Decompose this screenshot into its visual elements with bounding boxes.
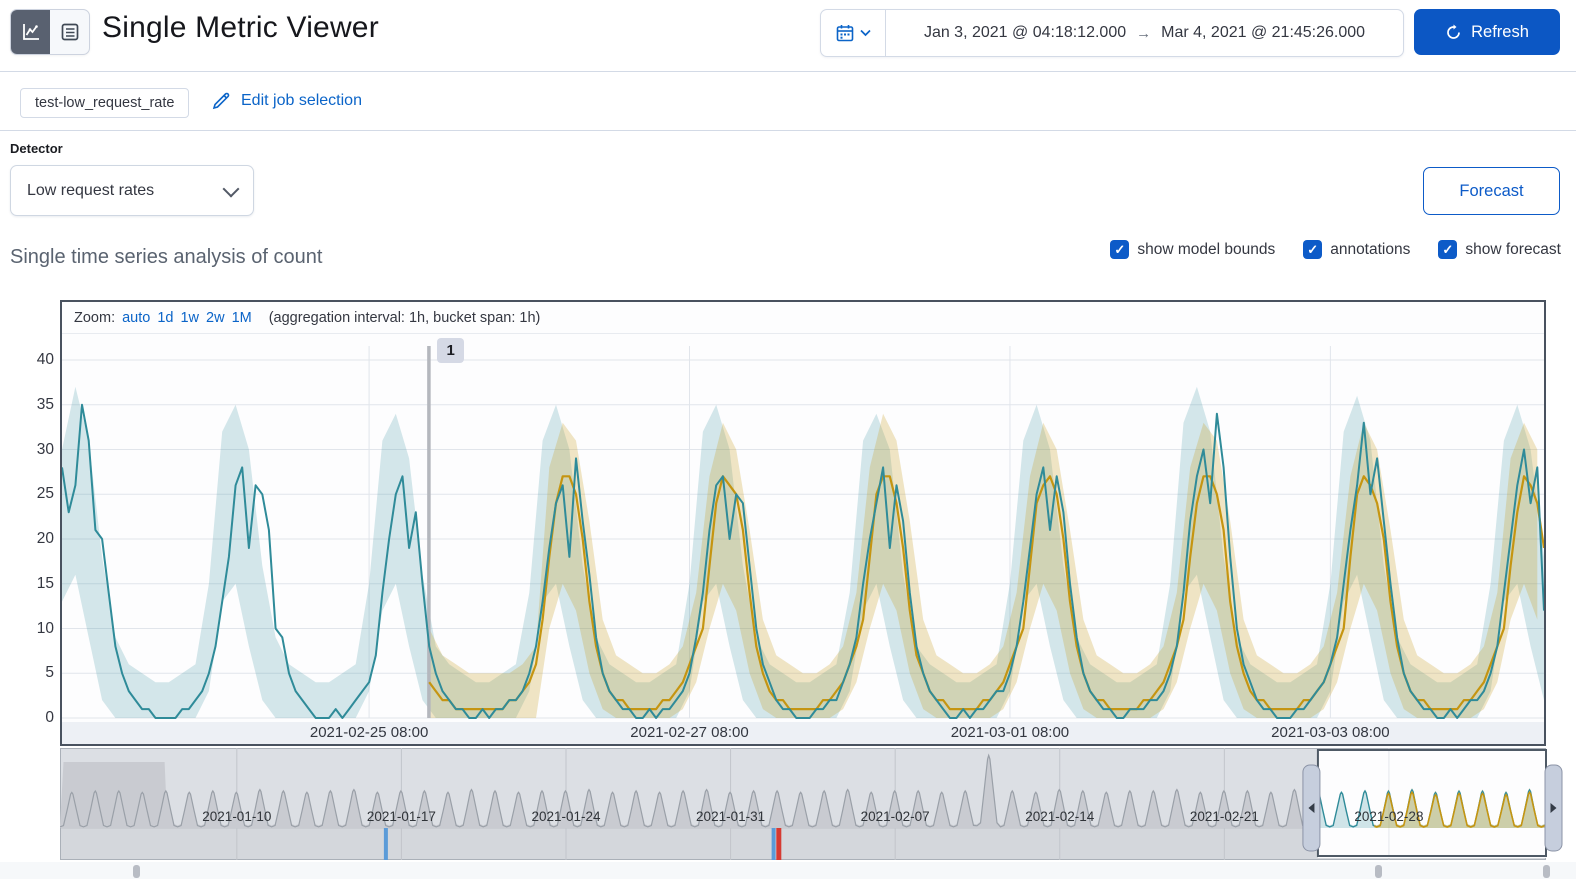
refresh-label: Refresh [1471, 22, 1529, 41]
annotation-marker[interactable] [776, 828, 782, 860]
x-tick-label: 2021-03-01 08:00 [950, 724, 1070, 741]
nav-tick-label: 2021-02-28 [1354, 809, 1423, 824]
zoom-option-2w[interactable]: 2w [206, 310, 225, 326]
lane-resize-handle[interactable] [1375, 865, 1382, 878]
chevron-down-icon [860, 29, 871, 37]
line-chart-icon [22, 24, 39, 40]
detector-label: Detector [10, 141, 63, 156]
detector-select[interactable]: Low request rates [10, 165, 254, 216]
chart-view-toggle-button[interactable] [11, 10, 50, 54]
date-quick-select-button[interactable] [821, 10, 886, 56]
nav-tick-label: 2021-02-14 [1025, 809, 1095, 824]
nav-tick-label: 2021-01-31 [696, 809, 765, 824]
forecast-button[interactable]: Forecast [1423, 167, 1560, 215]
job-bar-divider [0, 130, 1576, 131]
nav-tick-label: 2021-02-07 [861, 809, 930, 824]
y-tick-label: 5 [45, 664, 54, 682]
time-series-chart: Zoom: auto 1d 1w 2w 1M (aggregation interval: … [60, 300, 1546, 746]
checkbox-label: show forecast [1465, 240, 1561, 258]
nav-tick-label: 2021-02-21 [1190, 809, 1259, 824]
y-tick-label: 15 [36, 574, 54, 592]
zoom-option-1d[interactable]: 1d [157, 310, 173, 326]
time-range-arrow: → [1136, 24, 1152, 42]
job-id-badge: test-low_request_rate [20, 88, 190, 118]
refresh-icon [1447, 24, 1460, 39]
pencil-icon [212, 92, 230, 110]
header-divider [0, 71, 1576, 72]
y-tick-label: 35 [36, 395, 54, 413]
time-series-svg[interactable] [61, 334, 1546, 722]
nav-tick-label: 2021-01-24 [531, 809, 601, 824]
context-navigator-svg[interactable]: 2021-01-10 2021-01-17 2021-01-24 2021-01-31… [60, 748, 1570, 862]
y-tick-label: 0 [45, 709, 54, 726]
edit-job-selection-label[interactable]: Edit job selection [241, 92, 362, 110]
detector-selected-value: Low request rates [27, 181, 155, 199]
refresh-button[interactable]: Refresh [1414, 9, 1560, 55]
checkbox-box[interactable]: ✓ [1438, 240, 1458, 259]
chart-option-checkboxes: ✓ show model bounds ✓ annotations ✓ show fore… [1110, 240, 1561, 259]
y-axis: 0 5 10 15 20 25 30 35 40 [20, 334, 54, 726]
data-table-icon [61, 23, 78, 41]
lane-resize-handle[interactable] [133, 865, 140, 878]
checkbox-box[interactable]: ✓ [1110, 240, 1130, 259]
aggregation-interval-text: (aggregation interval: 1h, bucket span: … [268, 309, 541, 326]
x-tick-label: 2021-03-03 08:00 [1271, 724, 1390, 741]
annotation-marker[interactable] [383, 828, 388, 860]
time-series-plot[interactable]: 1 [61, 334, 1546, 722]
checkbox-box[interactable]: ✓ [1303, 240, 1323, 259]
time-range-start[interactable]: Jan 3, 2021 @ 04:18:12.000 [924, 24, 1126, 42]
calendar-icon [836, 25, 854, 42]
y-tick-label: 10 [36, 619, 54, 637]
navigator-handle-strip [0, 862, 1576, 879]
anomalies-table-view-toggle-button[interactable] [50, 10, 89, 54]
single-metric-viewer-page: Single Metric Viewer Jan 3, 2021 @ 04:18… [0, 0, 1576, 879]
checkbox-show-forecast[interactable]: ✓ show forecast [1438, 240, 1561, 259]
x-axis: 2021-02-25 08:00 2021-02-27 08:00 2021-03-… [62, 722, 1544, 744]
time-range-picker: Jan 3, 2021 @ 04:18:12.000 → Mar 4, 2021… [820, 9, 1404, 57]
nav-tick-label: 2021-01-17 [367, 809, 436, 824]
annotation-marker[interactable] [771, 828, 776, 860]
context-navigator[interactable]: 2021-01-10 2021-01-17 2021-01-24 2021-01-31… [60, 748, 1570, 862]
view-toggle-group [10, 9, 90, 55]
zoom-option-auto[interactable]: auto [122, 310, 150, 326]
zoom-option-1M[interactable]: 1M [232, 310, 252, 326]
annotation-line[interactable] [427, 346, 431, 718]
y-tick-label: 40 [36, 351, 54, 368]
zoom-label: Zoom: [74, 309, 116, 326]
checkbox-show-model-bounds[interactable]: ✓ show model bounds [1110, 240, 1275, 259]
y-tick-label: 30 [36, 440, 54, 458]
annotation-badge[interactable]: 1 [437, 338, 465, 363]
y-tick-label: 20 [36, 530, 54, 547]
x-tick-label: 2021-02-27 08:00 [630, 724, 749, 741]
series-heading: Single time series analysis of count [10, 246, 323, 268]
checkbox-label: annotations [1330, 240, 1411, 258]
nav-tick-label: 2021-01-10 [202, 809, 271, 824]
chevron-down-icon [222, 180, 240, 197]
forecast-bounds-band [429, 413, 1538, 718]
checkbox-annotations[interactable]: ✓ annotations [1303, 240, 1410, 259]
zoom-controls: Zoom: auto 1d 1w 2w 1M (aggregation interval: … [62, 302, 1544, 334]
zoom-option-1w[interactable]: 1w [180, 310, 199, 326]
time-range-end[interactable]: Mar 4, 2021 @ 21:45:26.000 [1161, 24, 1365, 42]
lane-resize-handle[interactable] [1543, 865, 1550, 878]
time-range-display[interactable]: Jan 3, 2021 @ 04:18:12.000 → Mar 4, 2021… [886, 24, 1403, 42]
y-tick-label: 25 [36, 485, 54, 503]
x-tick-label: 2021-02-25 08:00 [309, 724, 429, 741]
checkbox-label: show model bounds [1137, 240, 1276, 258]
page-title: Single Metric Viewer [102, 11, 379, 44]
edit-job-selection-link[interactable]: Edit job selection [211, 90, 362, 111]
